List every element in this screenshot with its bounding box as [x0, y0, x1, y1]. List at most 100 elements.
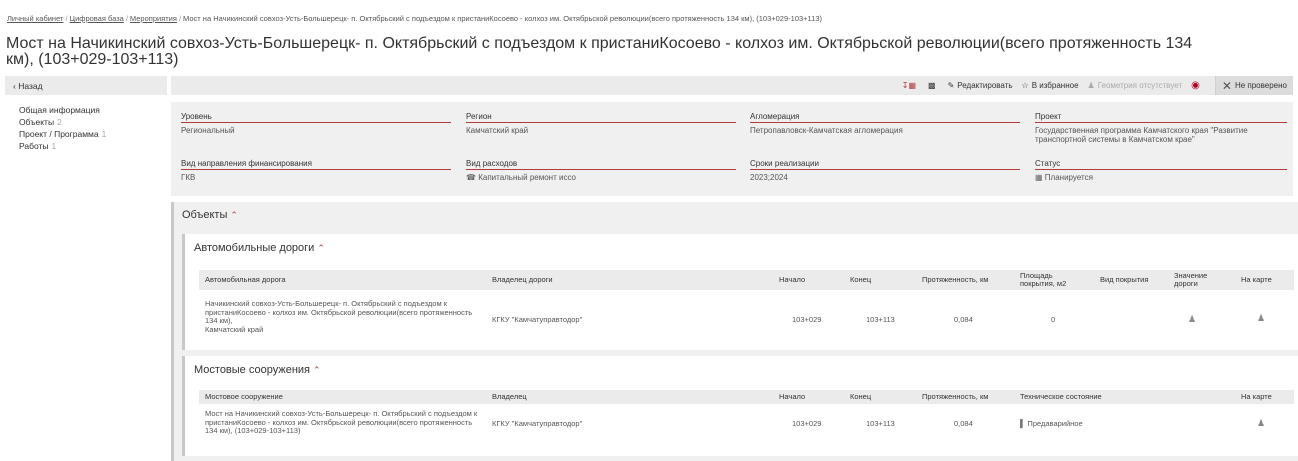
star-icon: ☆ [1021, 81, 1029, 90]
chevron-up-icon: ⌃ [230, 210, 238, 220]
field-value: Петропавловск-Камчатская агломерация [750, 126, 903, 135]
roads-toggle[interactable]: Автомобильные дороги ⌃ [194, 242, 325, 254]
column-header: Протяженность, км [922, 392, 989, 401]
nav-item-count: 1 [101, 129, 107, 139]
bridge-icon: ☎ [466, 173, 476, 182]
condition-value: Предаварийное [1027, 419, 1083, 428]
field-value: 2023;2024 [750, 173, 788, 182]
column-header: Протяженность, км [922, 275, 989, 284]
breadcrumb-current: Мост на Начикинский совхоз-Усть-Большере… [183, 14, 822, 23]
print-icon[interactable]: ▩ [928, 81, 939, 90]
field-terms: Сроки реализации 2023;2024 [750, 159, 1020, 182]
breadcrumb-separator: / [125, 14, 128, 23]
map-pin-icon[interactable]: ♟ [1257, 313, 1265, 324]
close-icon: ✕ [1221, 78, 1232, 93]
edit-button[interactable]: ✎ Редактировать [948, 81, 1013, 90]
nav-item-label: Работы [19, 141, 49, 151]
column-header: Конец [850, 275, 872, 284]
nav-item-project[interactable]: Проект / Программа 1 [19, 128, 106, 140]
field-value-row: ▦ Планируется [1035, 173, 1287, 182]
field-label: Уровень [181, 112, 451, 123]
field-region: Регион Камчатский край [466, 112, 736, 135]
field-value: Государственная программа Камчатского кр… [1035, 126, 1248, 144]
roads-table-header: Автомобильная дорога Владелец дороги Нач… [199, 270, 1294, 290]
pencil-icon: ✎ [947, 81, 955, 90]
person-pin-icon: ♟ [1087, 81, 1095, 90]
nav-item-works[interactable]: Работы 1 [19, 140, 106, 152]
breadcrumb-link-digital-base[interactable]: Цифровая база [70, 14, 124, 23]
back-button-label: Назад [18, 81, 43, 91]
field-value: Капитальный ремонт иссо [478, 173, 576, 182]
field-value: Камчатский край [466, 126, 529, 135]
column-header: Значение дороги [1174, 271, 1208, 288]
roads-title: Автомобильные дороги [194, 242, 315, 254]
breadcrumb-link-cabinet[interactable]: Личный кабинет [7, 14, 63, 23]
breadcrumb: Личный кабинет / Цифровая база / Мероприятия… [7, 14, 822, 23]
roads-section: Автомобильные дороги ⌃ Автомобильная доро… [182, 234, 1298, 350]
start-cell: 103+029 [792, 419, 822, 428]
column-header: Автомобильная дорога [205, 275, 286, 284]
area-cell: 0 [1051, 315, 1056, 324]
target-icon: ◉ [1191, 80, 1200, 91]
condition-bar-icon: ▌ [1020, 419, 1026, 428]
target-button[interactable]: ◉ [1191, 80, 1203, 91]
nav-item-count: 1 [51, 141, 57, 151]
end-cell: 103+113 [866, 315, 895, 324]
column-header: Владелец [492, 392, 527, 401]
field-label: Агломерация [750, 112, 1020, 123]
map-pin-icon[interactable]: ♟ [1257, 418, 1265, 429]
nav-item-label: Проект / Программа [19, 129, 99, 139]
column-header: Начало [779, 275, 806, 284]
edit-label: Редактировать [957, 81, 1013, 90]
bridges-section: Мостовые сооружения ⌃ Мостовое сооружение… [182, 356, 1298, 456]
field-value-row: ☎ Капитальный ремонт иссо [466, 173, 736, 182]
field-value: Планируется [1044, 173, 1093, 182]
column-header: Конец [850, 392, 872, 401]
toolbar: ↧▦ ▩ ✎ Редактировать ☆ В избранное ♟ Геомет… [171, 76, 1293, 95]
breadcrumb-separator: / [178, 14, 182, 23]
column-header: Владелец дороги [492, 275, 553, 284]
chevron-up-icon: ⌃ [313, 365, 321, 375]
field-expense: Вид расходов ☎ Капитальный ремонт иссо [466, 159, 736, 182]
geometry-status: ♟ Геометрия отсутствует [1088, 81, 1183, 90]
geometry-label: Геометрия отсутствует [1097, 81, 1183, 90]
favorite-button[interactable]: ☆ В избранное [1022, 81, 1079, 90]
favorite-label: В избранное [1031, 81, 1079, 90]
chevron-left-icon: ‹ [13, 81, 16, 91]
status-label: Не проверено [1234, 81, 1287, 90]
bridges-table-header: Мостовое сооружение Владелец Начало Коне… [199, 390, 1294, 404]
column-header: На карте [1241, 275, 1272, 284]
field-value: ГКВ [181, 173, 196, 182]
column-header: На карте [1241, 392, 1272, 401]
back-button[interactable]: ‹ Назад [5, 76, 167, 95]
road-name: Начикинский совхоз-Усть-Большерецк- п. О… [205, 299, 473, 325]
general-info-panel: Уровень Региональный Регион Камчатский к… [171, 102, 1293, 196]
objects-panel: Объекты ⌃ Автомобильные дороги ⌃ Автомобил… [171, 202, 1298, 461]
objects-toggle[interactable]: Объекты ⌃ [182, 209, 238, 221]
length-cell: 0,084 [954, 315, 973, 324]
road-name-cell: Начикинский совхоз-Усть-Большерецк- п. О… [205, 299, 475, 334]
breadcrumb-link-events[interactable]: Мероприятия [130, 14, 177, 23]
verification-status[interactable]: ✕ Не проверено [1214, 76, 1293, 95]
export-icon[interactable]: ↧▦ [902, 81, 919, 90]
nav-item-label: Общая информация [19, 105, 100, 115]
road-region: Камчатский край [205, 324, 264, 334]
nav-item-general[interactable]: Общая информация [19, 104, 106, 116]
nav-item-objects[interactable]: Объекты 2 [19, 116, 106, 128]
column-header: Техническое состояние [1020, 392, 1102, 401]
column-header: Начало [779, 392, 806, 401]
condition-cell: ▌ Предаварийное [1020, 419, 1083, 429]
length-cell: 0,084 [954, 419, 973, 428]
owner-cell: КГКУ "Камчатуправтодор" [492, 419, 583, 428]
nav-item-label: Объекты [19, 117, 55, 127]
column-header: Вид покрытия [1100, 275, 1149, 284]
column-header: Мостовое сооружение [205, 392, 283, 401]
field-label: Вид расходов [466, 159, 736, 170]
chevron-up-icon: ⌃ [317, 243, 325, 253]
field-level: Уровень Региональный [181, 112, 451, 135]
bridges-title: Мостовые сооружения [194, 364, 310, 376]
field-project: Проект Государственная программа Камчатс… [1035, 112, 1287, 144]
bridge-name-cell: Мост на Начикинский совхоз-Усть-Большере… [205, 409, 478, 435]
field-funding: Вид направления финансирования ГКВ [181, 159, 451, 182]
bridges-toggle[interactable]: Мостовые сооружения ⌃ [194, 364, 321, 376]
